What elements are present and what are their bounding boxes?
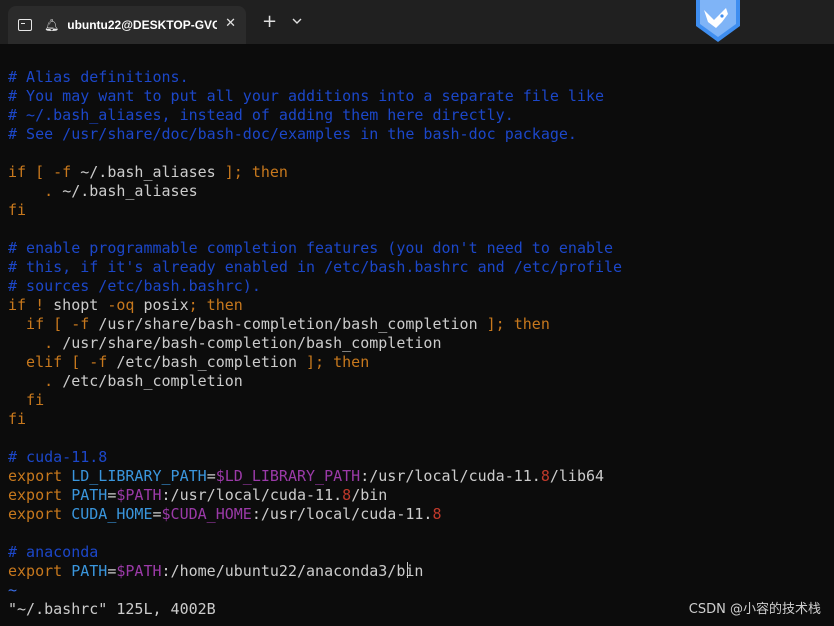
code-token: LD_LIBRARY_PATH <box>71 467 207 485</box>
code-token: $PATH <box>116 562 162 580</box>
code-token: 8 <box>432 505 442 523</box>
editor-line: # You may want to put all your additions… <box>8 87 604 106</box>
title-bar: 🔔︎ ubuntu22@DESKTOP-GVC ✕ + <box>0 0 834 44</box>
code-token: if ! <box>8 296 54 314</box>
code-token: # You may want to put all your additions… <box>8 87 605 105</box>
editor-line: export PATH=$PATH:/home/ubuntu22/anacond… <box>8 562 423 581</box>
code-token: # cuda-11.8 <box>8 448 108 466</box>
code-token: /bin <box>351 486 388 504</box>
code-token: :/usr/local/cuda-11. <box>161 486 343 504</box>
code-token: :/usr/local/cuda-11. <box>251 505 433 523</box>
code-token: /lib64 <box>549 467 605 485</box>
code-token: /usr/share/bash-completion/bash_completi… <box>62 334 442 352</box>
editor-line: if [ -f /usr/share/bash-completion/bash_… <box>8 315 550 334</box>
editor-line: export PATH=$PATH:/usr/local/cuda-11.8/b… <box>8 486 387 505</box>
editor-line: if [ -f ~/.bash_aliases ]; then <box>8 163 288 182</box>
terminal-tab[interactable]: 🔔︎ ubuntu22@DESKTOP-GVC ✕ <box>8 6 246 44</box>
tab-dropdown-chevron-icon[interactable] <box>292 14 302 30</box>
code-token: export <box>8 505 72 523</box>
code-token: ~/.bash_aliases <box>62 182 198 200</box>
code-token: $LD_LIBRARY_PATH <box>215 467 361 485</box>
new-tab-button[interactable]: + <box>262 12 277 32</box>
editor-line: # anaconda <box>8 543 98 562</box>
editor-line: # enable programmable completion feature… <box>8 239 613 258</box>
code-token: # Alias definitions. <box>8 68 189 86</box>
editor-line: . /usr/share/bash-completion/bash_comple… <box>8 334 441 353</box>
code-token: # See /usr/share/doc/bash-doc/examples i… <box>8 125 577 143</box>
editor-line: fi <box>8 201 26 220</box>
code-token: export <box>8 486 72 504</box>
editor-line: elif [ -f /etc/bash_completion ]; then <box>8 353 369 372</box>
editor-line: . ~/.bash_aliases <box>8 182 198 201</box>
code-token: ]; then <box>297 353 370 371</box>
editor-line: # sources /etc/bash.bashrc). <box>8 277 261 296</box>
bell-icon: 🔔︎ <box>44 18 60 32</box>
code-token: = <box>206 467 216 485</box>
code-token: /etc/bash_completion <box>116 353 297 371</box>
editor-line: fi <box>8 391 44 410</box>
code-token: elif [ -f <box>8 353 117 371</box>
code-token: ~ <box>8 581 18 599</box>
code-token: $CUDA_HOME <box>161 505 252 523</box>
editor-line: ~ <box>8 581 17 600</box>
code-token: ~/.bash_aliases <box>80 163 216 181</box>
code-token: if [ -f <box>8 315 99 333</box>
code-token: export <box>8 562 72 580</box>
code-token: 8 <box>540 467 550 485</box>
editor-line: # this, if it's already enabled in /etc/… <box>8 258 622 277</box>
code-token: . <box>8 334 63 352</box>
terminal-icon <box>18 19 32 31</box>
code-token: # sources /etc/bash.bashrc). <box>8 277 261 295</box>
code-token: shopt <box>53 296 108 314</box>
editor-line: export LD_LIBRARY_PATH=$LD_LIBRARY_PATH:… <box>8 467 604 486</box>
code-token: fi <box>8 410 27 428</box>
code-token: :/home/ubuntu22/anaconda3/bin <box>161 562 424 580</box>
editor-line: # Alias definitions. <box>8 68 189 87</box>
code-token: $PATH <box>116 486 162 504</box>
editor-line: fi <box>8 410 26 429</box>
code-token: /etc/bash_completion <box>62 372 243 390</box>
code-token: 8 <box>342 486 352 504</box>
code-token: fi <box>8 391 45 409</box>
code-token: . <box>8 372 63 390</box>
editor-line: if ! shopt -oq posix; then <box>8 296 243 315</box>
code-token: # anaconda <box>8 543 99 561</box>
code-token: # enable programmable completion feature… <box>8 239 614 257</box>
editor-line: . /etc/bash_completion <box>8 372 243 391</box>
code-token: # this, if it's already enabled in /etc/… <box>8 258 623 276</box>
code-token: ]; then <box>215 163 288 181</box>
tab-title: ubuntu22@DESKTOP-GVC <box>67 18 218 32</box>
code-token: PATH <box>71 562 108 580</box>
editor-line: # cuda-11.8 <box>8 448 107 467</box>
floating-bird-app-icon[interactable] <box>692 0 744 44</box>
terminal-viewport[interactable]: # Alias definitions. # You may want to pu… <box>0 44 834 626</box>
code-token: fi <box>8 201 27 219</box>
editor-line: # See /usr/share/doc/bash-doc/examples i… <box>8 125 577 144</box>
code-token: ; then <box>188 296 243 314</box>
text-cursor <box>407 562 408 578</box>
csdn-watermark: CSDN @小容的技术栈 <box>688 602 821 617</box>
code-token: /usr/share/bash-completion/bash_completi… <box>98 315 478 333</box>
code-token: ]; then <box>477 315 550 333</box>
code-token: posix <box>143 296 189 314</box>
close-tab-icon[interactable]: ✕ <box>225 16 236 32</box>
code-token: export <box>8 467 72 485</box>
editor-line: # ~/.bash_aliases, instead of adding the… <box>8 106 514 125</box>
code-token: . <box>8 182 63 200</box>
code-token: # ~/.bash_aliases, instead of adding the… <box>8 106 514 124</box>
code-token: -oq <box>107 296 144 314</box>
vim-status-line: "~/.bashrc" 125L, 4002B <box>8 600 216 618</box>
code-token: = <box>152 505 162 523</box>
editor-line: export CUDA_HOME=$CUDA_HOME:/usr/local/c… <box>8 505 442 524</box>
code-token: :/usr/local/cuda-11. <box>360 467 541 485</box>
code-token: if [ -f <box>8 163 81 181</box>
code-token: CUDA_HOME <box>71 505 153 523</box>
code-token: PATH <box>71 486 108 504</box>
